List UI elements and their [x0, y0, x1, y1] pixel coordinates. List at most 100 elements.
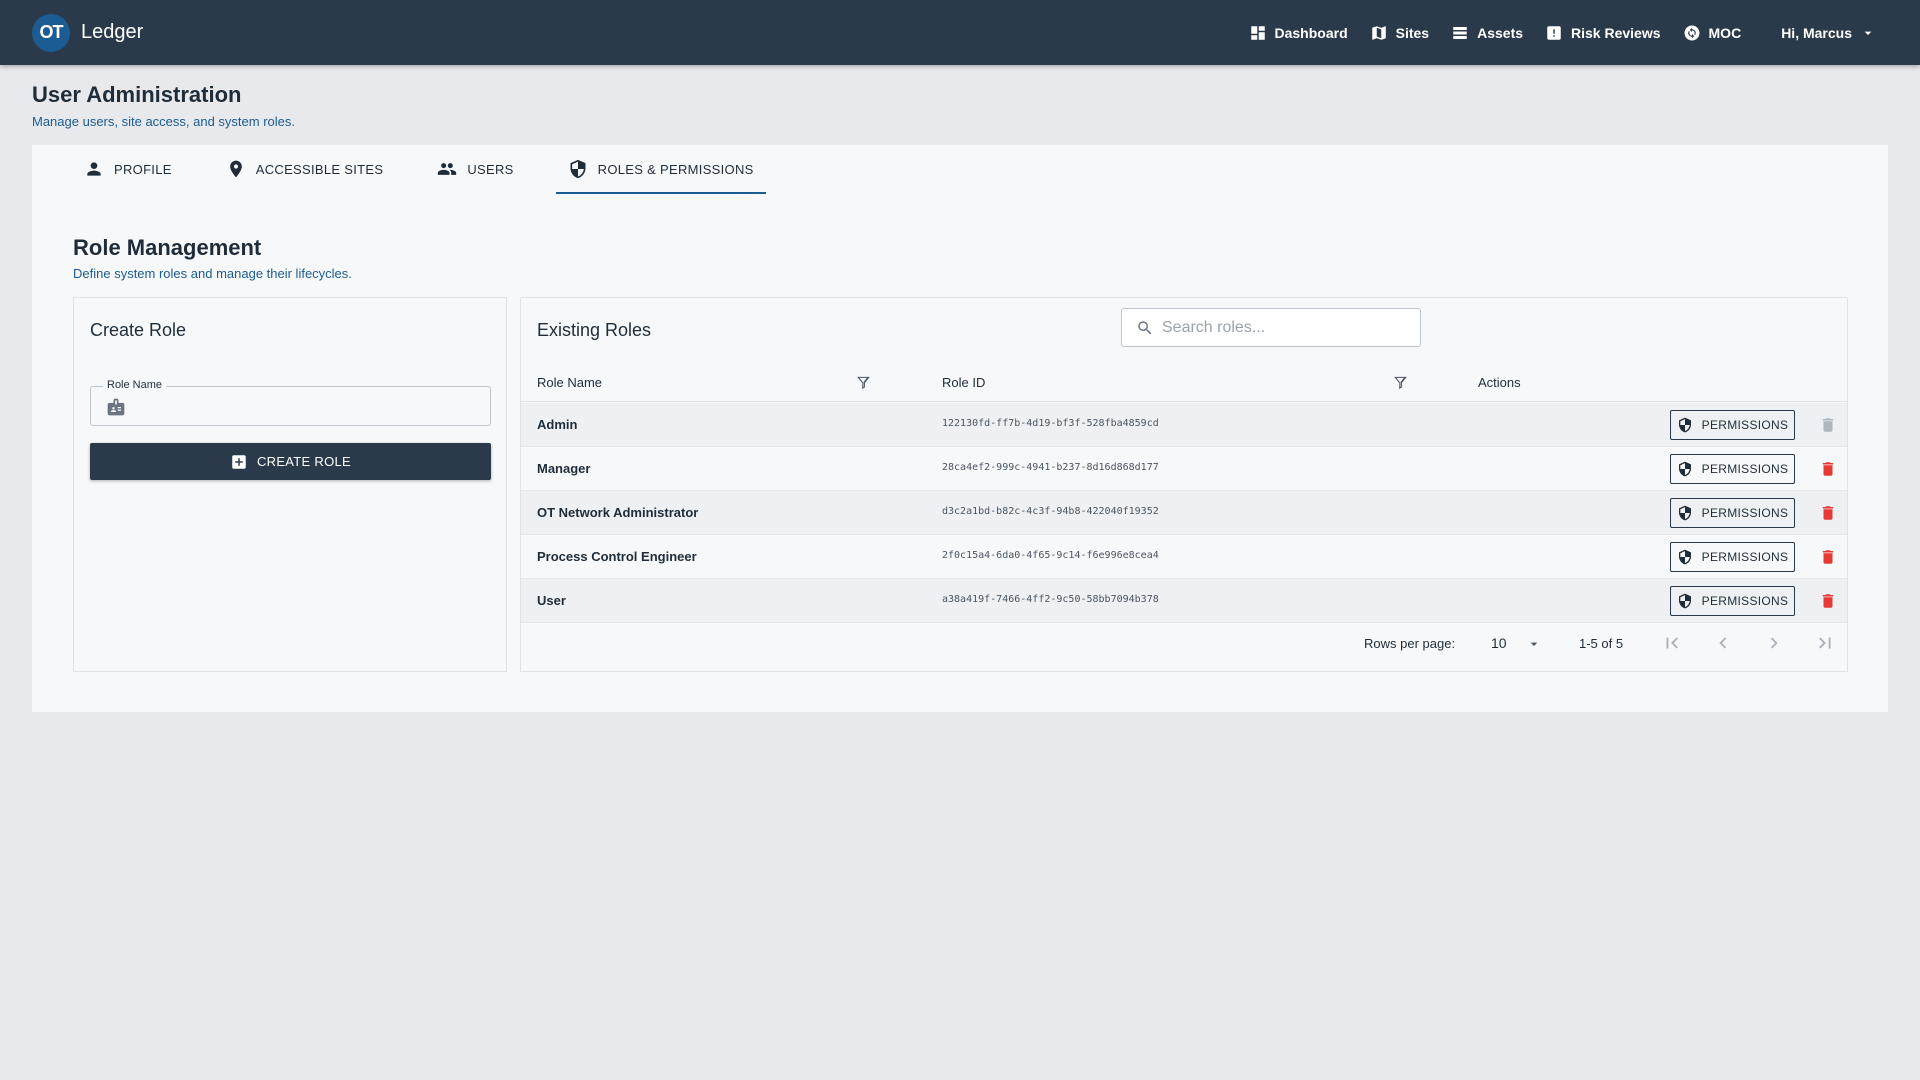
page-title: User Administration — [32, 82, 242, 107]
section-subtitle: Define system roles and manage their lif… — [73, 266, 352, 281]
tab-profile[interactable]: PROFILE — [72, 145, 184, 193]
delete-button[interactable] — [1819, 503, 1837, 523]
permissions-button[interactable]: PERMISSIONS — [1670, 498, 1795, 528]
col-actions: Actions — [1478, 375, 1521, 390]
caret-down-icon — [1864, 31, 1872, 35]
trash-icon — [1822, 462, 1834, 476]
nav-assets[interactable]: Assets — [1451, 24, 1523, 42]
person-icon — [87, 162, 101, 176]
shield-icon — [1678, 417, 1691, 433]
app-name: Ledger — [81, 21, 144, 43]
admin-card: PROFILE ACCESSIBLE SITES USERS ROLES & P… — [32, 145, 1888, 712]
location-pin-icon — [229, 160, 242, 178]
nav-risk-reviews-label: Risk Reviews — [1571, 24, 1661, 41]
permissions-button-label: PERMISSIONS — [1701, 594, 1789, 608]
page-subtitle: Manage users, site access, and system ro… — [32, 114, 296, 129]
chevron-left-icon — [1719, 637, 1727, 649]
nav-moc-label: MOC — [1708, 24, 1742, 41]
create-role-button[interactable]: CREATE ROLE — [90, 443, 491, 480]
previous-page-button[interactable] — [1712, 632, 1734, 654]
role-name-cell: Process Control Engineer — [537, 549, 697, 564]
create-role-title: Create Role — [90, 320, 187, 340]
trash-icon — [1822, 550, 1834, 564]
existing-roles-panel: Existing Roles Role Name Role ID Actions… — [520, 297, 1848, 672]
table-pagination: Rows per page: 10 1-5 of 5 — [521, 620, 1847, 668]
role-id-cell: 28ca4ef2-999c-4941-b237-8d16d868d177 — [942, 462, 1159, 473]
shield-icon — [1678, 505, 1691, 521]
role-name-cell: Admin — [537, 417, 578, 432]
shield-icon — [1678, 593, 1691, 609]
table-row: OT Network Administrator d3c2a1bd-b82c-4… — [521, 491, 1847, 535]
role-id-cell: d3c2a1bd-b82c-4c3f-94b8-422040f19352 — [942, 506, 1159, 517]
report-icon — [1547, 25, 1561, 40]
nav-sites-label: Sites — [1395, 24, 1430, 41]
shield-icon — [1678, 461, 1691, 477]
last-page-button[interactable] — [1814, 632, 1836, 654]
trash-icon — [1822, 506, 1834, 520]
group-icon — [438, 163, 457, 175]
nav-risk-reviews[interactable]: Risk Reviews — [1545, 24, 1661, 42]
main-nav: Dashboard Sites Assets Risk Reviews MOC … — [1227, 24, 1877, 42]
roles-table-header: Role Name Role ID Actions — [521, 362, 1847, 402]
delete-button[interactable] — [1819, 459, 1837, 479]
first-page-button[interactable] — [1661, 632, 1683, 654]
nav-moc[interactable]: MOC — [1683, 24, 1742, 42]
list-icon — [1453, 26, 1467, 39]
last-page-icon — [1819, 637, 1831, 649]
role-name-cell: User — [537, 593, 566, 608]
create-role-button-label: CREATE ROLE — [256, 454, 352, 469]
change-circle-icon — [1684, 25, 1700, 40]
tab-roles-permissions[interactable]: ROLES & PERMISSIONS — [555, 145, 766, 194]
role-id-cell: a38a419f-7466-4ff2-9c50-58bb7094b378 — [942, 594, 1159, 605]
search-icon — [1138, 321, 1152, 335]
search-roles-field[interactable] — [1121, 308, 1421, 347]
tab-profile-label: PROFILE — [114, 161, 172, 177]
permissions-button[interactable]: PERMISSIONS — [1670, 410, 1795, 440]
nav-dashboard[interactable]: Dashboard — [1249, 24, 1348, 42]
app-logo: OT — [32, 13, 70, 52]
rows-per-page-value: 10 — [1491, 635, 1507, 651]
rows-per-page-select[interactable]: 10 — [1491, 632, 1551, 656]
first-page-icon — [1666, 637, 1678, 649]
user-menu[interactable]: Hi, Marcus — [1781, 25, 1876, 41]
table-row: Process Control Engineer 2f0c15a4-6da0-4… — [521, 535, 1847, 579]
shield-icon — [570, 159, 586, 179]
create-role-panel: Create Role Role Name CREATE ROLE — [73, 297, 507, 672]
role-name-input[interactable] — [135, 395, 475, 419]
caret-down-icon — [1530, 642, 1538, 646]
brand[interactable]: OT Ledger — [32, 13, 144, 52]
delete-button[interactable] — [1819, 591, 1837, 611]
top-app-bar: OT Ledger Dashboard Sites Assets Risk Re… — [0, 0, 1920, 65]
nav-dashboard-label: Dashboard — [1274, 24, 1348, 41]
tab-accessible-sites-label: ACCESSIBLE SITES — [255, 161, 384, 177]
permissions-button-label: PERMISSIONS — [1701, 462, 1789, 476]
nav-sites[interactable]: Sites — [1370, 24, 1429, 42]
rows-per-page-label: Rows per page: — [1364, 636, 1456, 651]
role-name-field[interactable]: Role Name — [90, 379, 491, 426]
col-role-id: Role ID — [942, 375, 986, 390]
tab-roles-permissions-label: ROLES & PERMISSIONS — [597, 161, 754, 177]
add-box-icon — [232, 454, 246, 469]
table-row: Manager 28ca4ef2-999c-4941-b237-8d16d868… — [521, 447, 1847, 491]
delete-button[interactable] — [1819, 547, 1837, 567]
filter-icon[interactable] — [1392, 374, 1409, 391]
permissions-button[interactable]: PERMISSIONS — [1670, 454, 1795, 484]
permissions-button-label: PERMISSIONS — [1701, 550, 1789, 564]
tab-users[interactable]: USERS — [425, 145, 525, 193]
trash-icon — [1822, 594, 1834, 608]
role-id-cell: 122130fd-ff7b-4d19-bf3f-528fba4859cd — [942, 418, 1159, 429]
table-row: Admin 122130fd-ff7b-4d19-bf3f-528fba4859… — [521, 403, 1847, 447]
dashboard-icon — [1250, 25, 1265, 40]
nav-assets-label: Assets — [1477, 24, 1524, 41]
tab-accessible-sites[interactable]: ACCESSIBLE SITES — [214, 145, 396, 193]
chevron-right-icon — [1770, 637, 1778, 649]
filter-icon[interactable] — [855, 374, 872, 391]
permissions-button[interactable]: PERMISSIONS — [1670, 586, 1795, 616]
search-roles-input[interactable] — [1162, 316, 1412, 340]
permissions-button[interactable]: PERMISSIONS — [1670, 542, 1795, 572]
role-id-cell: 2f0c15a4-6da0-4f65-9c14-f6e996e8cea4 — [942, 550, 1159, 561]
tab-users-label: USERS — [467, 161, 514, 177]
next-page-button[interactable] — [1763, 632, 1785, 654]
badge-icon — [107, 398, 125, 416]
delete-button — [1819, 415, 1837, 435]
